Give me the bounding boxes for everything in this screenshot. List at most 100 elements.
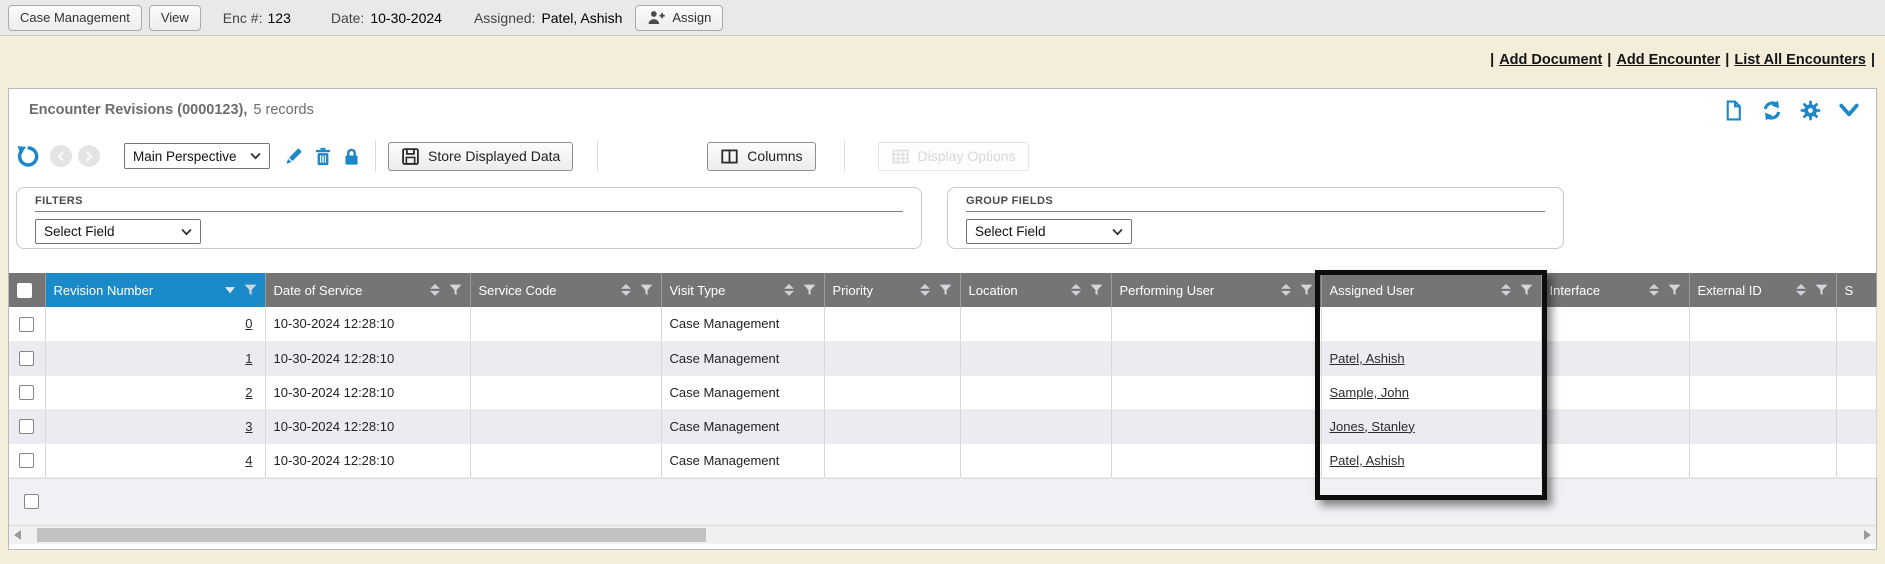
scrollbar-thumb[interactable]: [37, 528, 706, 542]
filter-icon[interactable]: [1520, 284, 1533, 296]
next-button[interactable]: [78, 145, 100, 167]
column-header-performing-user[interactable]: Performing User: [1111, 273, 1321, 307]
group-fields-select-field[interactable]: Select Field: [966, 219, 1132, 244]
column-header-assigned-user[interactable]: Assigned User: [1321, 273, 1541, 307]
sort-icon[interactable]: [784, 284, 794, 296]
sort-desc-icon[interactable]: [225, 287, 235, 294]
filters-select-field[interactable]: Select Field: [35, 219, 201, 244]
add-encounter-link[interactable]: Add Encounter: [1616, 52, 1720, 68]
select-all-checkbox[interactable]: [17, 283, 32, 298]
column-header-priority[interactable]: Priority: [824, 273, 960, 307]
revision-link[interactable]: 4: [245, 453, 252, 468]
cell-priority: [824, 307, 960, 341]
column-header-external-id[interactable]: External ID: [1689, 273, 1836, 307]
sort-icon[interactable]: [920, 284, 930, 296]
chevron-down-icon[interactable]: [1838, 101, 1860, 119]
cell-date-of-service: 10-30-2024 12:28:10: [265, 341, 470, 375]
row-checkbox[interactable]: [19, 419, 34, 434]
perspective-select[interactable]: Main Perspective: [124, 143, 270, 169]
horizontal-scrollbar[interactable]: [9, 525, 1876, 544]
new-document-icon[interactable]: [1723, 100, 1744, 121]
revision-link[interactable]: 2: [245, 385, 252, 400]
cell-interface: [1541, 409, 1689, 443]
cell-date-of-service: 10-30-2024 12:28:10: [265, 409, 470, 443]
cell-priority: [824, 375, 960, 409]
panel-title: Encounter Revisions (0000123),: [29, 102, 247, 118]
sort-icon[interactable]: [1649, 284, 1659, 296]
column-header-date-of-service[interactable]: Date of Service: [265, 273, 470, 307]
quick-links-bar: | Add Document | Add Encounter | List Al…: [1490, 48, 1875, 72]
filter-icon[interactable]: [1300, 284, 1313, 296]
perspective-select-value: Main Perspective: [133, 149, 237, 164]
case-management-button[interactable]: Case Management: [8, 5, 142, 31]
person-plus-icon: [647, 9, 666, 27]
cell-location: [960, 375, 1111, 409]
lock-icon[interactable]: [342, 146, 361, 167]
filter-icon[interactable]: [1815, 284, 1828, 296]
assign-button[interactable]: Assign: [635, 5, 723, 31]
footer-checkbox[interactable]: [24, 494, 39, 509]
scroll-right-arrow[interactable]: [1864, 530, 1871, 540]
sort-icon[interactable]: [1071, 284, 1081, 296]
add-document-link[interactable]: Add Document: [1499, 52, 1602, 68]
column-header-visit-type[interactable]: Visit Type: [661, 273, 824, 307]
column-label: Revision Number: [54, 283, 225, 298]
assigned-user-link[interactable]: Sample, John: [1330, 385, 1410, 400]
columns-button[interactable]: Columns: [707, 142, 815, 171]
row-checkbox[interactable]: [19, 453, 34, 468]
previous-button[interactable]: [50, 145, 72, 167]
filter-region: FILTERS Select Field GROUP FIELDS Select…: [9, 181, 1876, 259]
filter-icon[interactable]: [939, 284, 952, 296]
cell-external-id: [1689, 443, 1836, 477]
sort-icon[interactable]: [1501, 284, 1511, 296]
list-all-encounters-link[interactable]: List All Encounters: [1734, 52, 1866, 68]
sort-icon[interactable]: [430, 284, 440, 296]
cell-service-code: [470, 341, 661, 375]
cell-performing-user: [1111, 307, 1321, 341]
cell-external-id: [1689, 375, 1836, 409]
filter-icon[interactable]: [449, 284, 462, 296]
filter-icon[interactable]: [803, 284, 816, 296]
trash-icon[interactable]: [313, 146, 333, 167]
column-header-location[interactable]: Location: [960, 273, 1111, 307]
sort-icon[interactable]: [621, 284, 631, 296]
cell-service-code: [470, 443, 661, 477]
row-checkbox[interactable]: [19, 317, 34, 332]
cell-date-of-service: 10-30-2024 12:28:10: [265, 375, 470, 409]
column-header-revision-number[interactable]: Revision Number: [45, 273, 265, 307]
refresh-icon[interactable]: [1761, 100, 1783, 121]
table-row: 3 10-30-2024 12:28:10 Case Management Jo…: [9, 409, 1876, 443]
column-label: S: [1845, 283, 1854, 298]
assigned-user-link[interactable]: Patel, Ashish: [1330, 453, 1405, 468]
filter-icon[interactable]: [1090, 284, 1103, 296]
view-button[interactable]: View: [149, 5, 201, 31]
select-all-header: [9, 273, 45, 307]
row-checkbox[interactable]: [19, 351, 34, 366]
scroll-left-arrow[interactable]: [14, 530, 21, 540]
chevron-right-icon: [83, 151, 93, 161]
sort-icon[interactable]: [1281, 284, 1291, 296]
pencil-icon[interactable]: [283, 146, 304, 167]
row-checkbox[interactable]: [19, 385, 34, 400]
revision-link[interactable]: 3: [245, 419, 252, 434]
cell-location: [960, 341, 1111, 375]
undo-icon[interactable]: [17, 145, 40, 168]
assigned-user-link[interactable]: Patel, Ashish: [1330, 351, 1405, 366]
sort-icon[interactable]: [1796, 284, 1806, 296]
column-header-service-code[interactable]: Service Code: [470, 273, 661, 307]
column-header-interface[interactable]: Interface: [1541, 273, 1689, 307]
column-label: Priority: [833, 283, 920, 298]
gear-icon[interactable]: [1800, 100, 1821, 121]
revision-link[interactable]: 0: [245, 316, 252, 331]
toolbar-separator: [844, 140, 845, 172]
filter-icon[interactable]: [244, 284, 257, 296]
cell-assigned-user: Patel, Ashish: [1321, 443, 1541, 477]
filter-icon[interactable]: [1668, 284, 1681, 296]
revision-link[interactable]: 1: [245, 351, 252, 366]
store-displayed-data-button[interactable]: Store Displayed Data: [388, 142, 573, 171]
cell-priority: [824, 409, 960, 443]
column-header-truncated[interactable]: S: [1836, 273, 1876, 307]
display-options-button: Display Options: [878, 142, 1029, 171]
filter-icon[interactable]: [640, 284, 653, 296]
assigned-user-link[interactable]: Jones, Stanley: [1330, 419, 1415, 434]
